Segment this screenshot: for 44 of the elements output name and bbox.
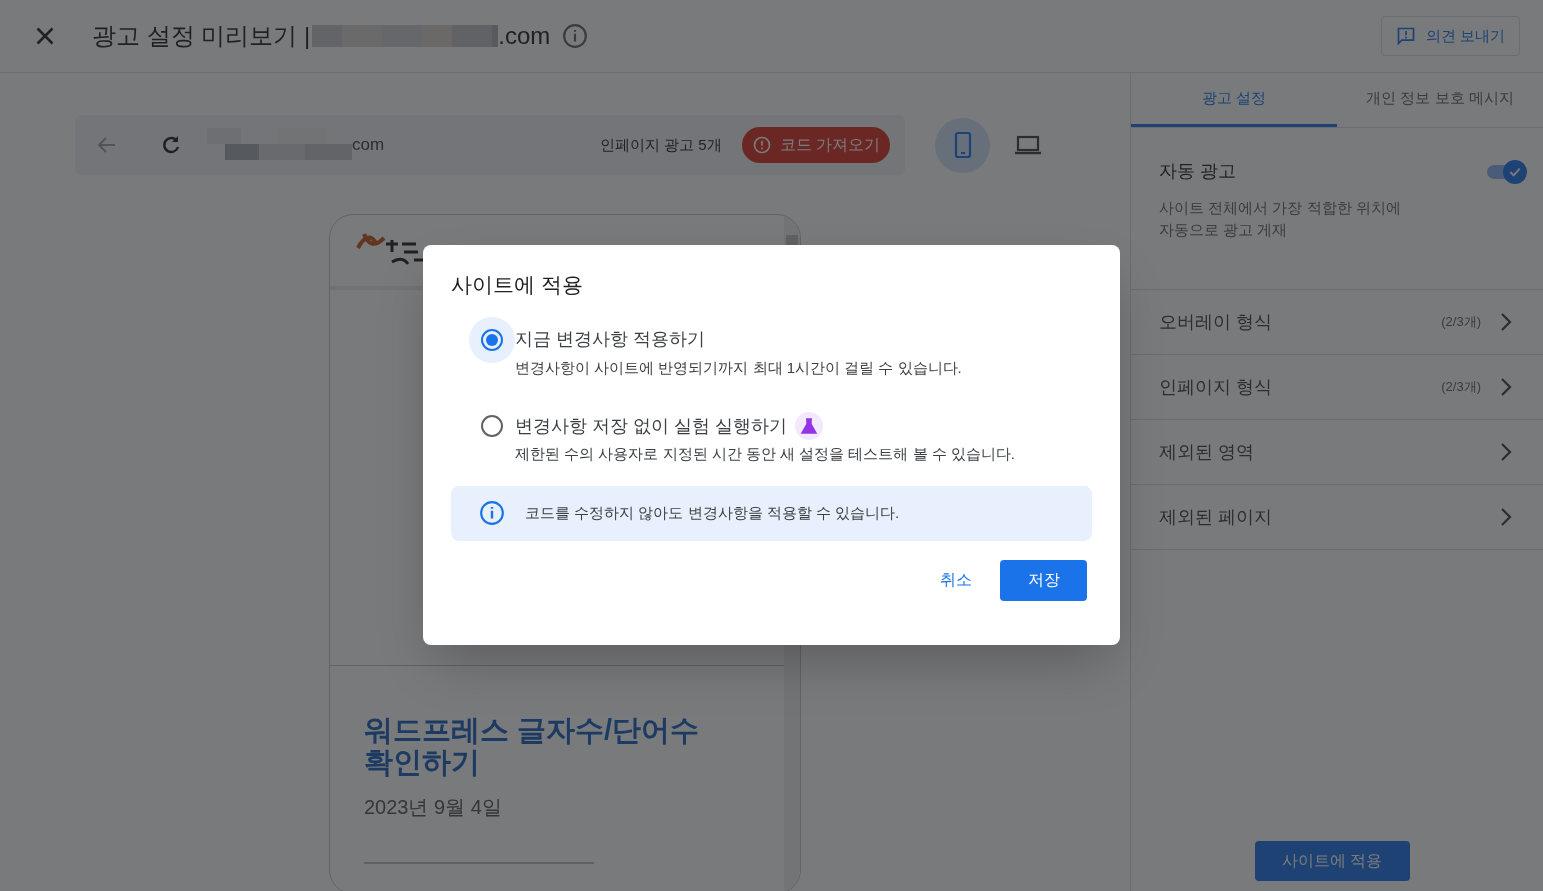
dialog-title: 사이트에 적용 (451, 272, 584, 298)
chevron-right-icon (1499, 376, 1513, 398)
inpage-ads-count: 인페이지 광고 5개 (599, 134, 722, 155)
radio-button[interactable] (469, 316, 515, 363)
save-button[interactable]: 저장 (1000, 559, 1087, 601)
row-label: 오버레이 형식 (1159, 310, 1273, 334)
chevron-right-icon (1499, 311, 1513, 333)
page-title: 광고 설정 미리보기 | (92, 21, 311, 51)
row-label: 인페이지 형식 (1159, 375, 1273, 399)
option-description: 변경사항이 사이트에 반영되기까지 최대 1시간이 걸릴 수 있습니다. (515, 357, 962, 378)
get-code-button[interactable]: 코드 가져오기 (741, 127, 890, 163)
feedback-icon (1395, 26, 1416, 46)
laptop-icon (1013, 133, 1042, 157)
auto-ads-title: 자동 광고 (1159, 160, 1236, 183)
chevron-right-icon (1499, 441, 1513, 463)
settings-row[interactable]: 제외된 페이지 (1131, 485, 1543, 550)
apply-to-site-button[interactable]: 사이트에 적용 (1254, 841, 1410, 881)
domain-text: .com (498, 21, 551, 51)
feedback-button[interactable]: 의견 보내기 (1380, 16, 1520, 56)
radio-button[interactable] (481, 415, 503, 437)
info-icon[interactable] (562, 23, 589, 49)
row-count: (2/3개) (1441, 313, 1481, 332)
settings-row[interactable]: 제외된 영역 (1131, 420, 1543, 485)
post-date: 2023년 9월 4일 (364, 795, 503, 820)
info-icon (479, 500, 505, 526)
panel-tab[interactable]: 개인 정보 보호 메시지 (1337, 73, 1543, 127)
settings-row[interactable]: 인페이지 형식 (2/3개) (1131, 355, 1543, 420)
post-title-link[interactable]: 워드프레스 글자수/단어수 확인하기 (364, 714, 750, 778)
flask-icon (795, 412, 823, 440)
option-label: 지금 변경사항 적용하기 (515, 328, 705, 351)
auto-ads-toggle[interactable] (1487, 159, 1527, 184)
row-label: 제외된 영역 (1159, 440, 1255, 464)
auto-ads-description: 사이트 전체에서 가장 적합한 위치에 자동으로 광고 게재 (1159, 198, 1402, 240)
option-description: 제한된 수의 사용자로 지정된 시간 동안 새 설정을 테스트해 볼 수 있습니다. (515, 444, 1015, 464)
row-label: 제외된 페이지 (1159, 505, 1273, 529)
panel-tab[interactable]: 광고 설정 (1131, 73, 1337, 127)
chevron-right-icon (1499, 506, 1513, 528)
url-text: com (352, 134, 385, 157)
option-label: 변경사항 저장 없이 실험 실행하기 (515, 414, 787, 438)
cancel-button[interactable]: 취소 (940, 568, 972, 592)
settings-row[interactable]: 오버레이 형식 (2/3개) (1131, 290, 1543, 355)
info-text: 코드를 수정하지 않아도 변경사항을 적용할 수 있습니다. (525, 502, 900, 523)
row-count: (2/3개) (1441, 378, 1481, 397)
error-icon (751, 135, 772, 155)
